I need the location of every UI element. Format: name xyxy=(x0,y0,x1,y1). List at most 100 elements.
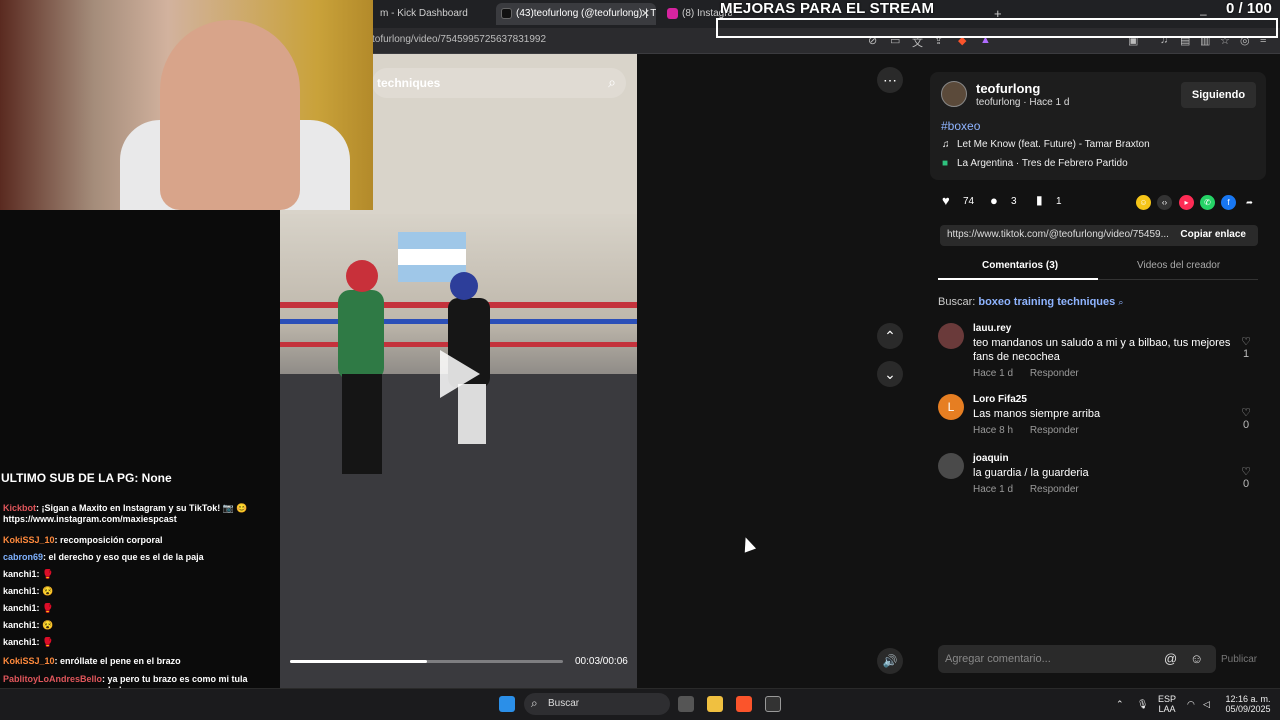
comment-item: L Loro Fifa25 Las manos siempre arriba H… xyxy=(938,394,1258,438)
emoji-icon[interactable]: ☺ xyxy=(1190,651,1203,666)
overlay-title: MEJORAS PARA EL STREAM xyxy=(720,0,935,17)
whatsapp-icon[interactable]: ✆ xyxy=(1200,195,1215,210)
following-button[interactable]: Siguiendo xyxy=(1181,82,1256,108)
comment-icon[interactable]: ● xyxy=(990,193,998,208)
related-search-prefix: Buscar: xyxy=(938,296,976,308)
obs-icon[interactable] xyxy=(765,696,781,712)
chat-username[interactable]: Kickbot xyxy=(3,503,36,513)
play-icon[interactable] xyxy=(440,350,480,398)
related-search[interactable]: Buscar: boxeo training techniques ⌕ xyxy=(938,296,1123,308)
share-link-row: https://www.tiktok.com/@teofurlong/video… xyxy=(940,225,1258,246)
url-text[interactable]: tofurlong/video/7545995725637831992 xyxy=(372,34,546,45)
search-icon: ⌕ xyxy=(1118,297,1124,307)
taskbar-search[interactable]: ⌕ Buscar xyxy=(524,693,670,715)
instagram-icon xyxy=(667,8,678,19)
publish-button[interactable]: Publicar xyxy=(1221,654,1257,665)
creator-subtitle: teofurlong · Hace 1 d xyxy=(976,97,1070,108)
chat-text: 🥊 xyxy=(42,569,54,579)
overlay-goal-bar xyxy=(716,18,1278,38)
commenter-name[interactable]: joaquin xyxy=(973,453,1009,464)
comment-text: la guardia / la guarderia xyxy=(973,467,1089,479)
video-progress-bar[interactable] xyxy=(290,660,563,663)
windows-start-icon[interactable] xyxy=(499,696,515,712)
chat-username[interactable]: kanchi1 xyxy=(3,637,37,647)
previous-video-button[interactable]: ⌃ xyxy=(877,323,903,349)
tab-tiktok[interactable]: (43)teofurlong (@teofurlong) | Ti ✕ xyxy=(496,3,656,25)
commenter-name[interactable]: lauu.rey xyxy=(973,323,1011,334)
commenter-name[interactable]: Loro Fifa25 xyxy=(973,394,1027,405)
next-video-button[interactable]: ⌄ xyxy=(877,361,903,387)
mention-icon[interactable]: @ xyxy=(1164,651,1177,666)
reply-button[interactable]: Responder xyxy=(1030,425,1079,436)
commenter-avatar[interactable] xyxy=(938,323,964,349)
tab-creator-videos[interactable]: Videos del creador xyxy=(1137,260,1220,271)
chat-username[interactable]: kanchi1 xyxy=(3,620,37,630)
chat-username[interactable]: kanchi1 xyxy=(3,586,37,596)
bookmark-icon[interactable]: ▮ xyxy=(1036,193,1043,207)
chat-username[interactable]: KokiSSJ_10 xyxy=(3,535,55,545)
chat-text: 🥊 xyxy=(42,637,54,647)
heart-icon[interactable]: ♥ xyxy=(942,193,950,208)
chat-username[interactable]: KokiSSJ_10 xyxy=(3,656,55,666)
webcam-person xyxy=(160,20,300,210)
emoji-share-icon[interactable]: ☺ xyxy=(1136,195,1151,210)
send-icon[interactable]: ▸ xyxy=(1179,195,1194,210)
comment-like[interactable]: ♡ 1 xyxy=(1238,335,1254,360)
chat-username[interactable]: cabron69 xyxy=(3,552,43,562)
embed-icon[interactable]: ‹› xyxy=(1157,195,1172,210)
chat-username[interactable]: kanchi1 xyxy=(3,569,37,579)
comment-item: joaquin la guardia / la guarderia Hace 1… xyxy=(938,453,1258,497)
video-progress-fill xyxy=(290,660,427,663)
music-note-icon: ♫ xyxy=(942,139,950,150)
chat-username[interactable]: kanchi1 xyxy=(3,603,37,613)
brave-browser-icon[interactable] xyxy=(736,696,752,712)
location-link[interactable]: La Argentina · Tres de Febrero Partido xyxy=(957,158,1128,169)
close-tab-icon[interactable]: ✕ xyxy=(641,3,650,25)
comment-like[interactable]: ♡ 0 xyxy=(1238,406,1254,431)
chat-text: 😵 xyxy=(42,620,54,630)
commenter-avatar[interactable]: L xyxy=(938,394,964,420)
comment-input[interactable]: Agregar comentario... @ ☺ xyxy=(938,645,1216,673)
wifi-icon[interactable]: ◠ xyxy=(1187,699,1195,709)
heart-outline-icon[interactable]: ♡ xyxy=(1238,406,1254,419)
search-icon: ⌕ xyxy=(531,696,538,710)
chat-username[interactable]: PablitoyLoAndresBello xyxy=(3,674,102,684)
chat-text: recomposición corporal xyxy=(60,535,163,545)
microphone-icon[interactable]: 🎙 xyxy=(1137,699,1148,709)
keyboard-layout: LAA xyxy=(1158,704,1176,714)
language-indicator[interactable]: ESP LAA xyxy=(1158,694,1176,714)
comment-meta: Hace 1 d Responder xyxy=(973,368,1093,379)
related-search-query[interactable]: boxeo training techniques xyxy=(978,296,1115,308)
search-icon[interactable]: ⌕ xyxy=(608,74,616,91)
screen: m - Kick Dashboard (43)teofurlong (@teof… xyxy=(0,0,1280,720)
tab-kick-dashboard[interactable]: m - Kick Dashboard xyxy=(360,3,490,25)
creator-username[interactable]: teofurlong xyxy=(976,81,1040,96)
heart-outline-icon[interactable]: ♡ xyxy=(1238,465,1254,478)
share-link-text[interactable]: https://www.tiktok.com/@teofurlong/video… xyxy=(947,229,1175,240)
copy-link-button[interactable]: Copiar enlace xyxy=(1180,229,1246,240)
video-search-bar[interactable]: techniques ⌕ xyxy=(372,68,626,98)
task-view-icon[interactable] xyxy=(678,696,694,712)
chat-message: Kickbot: ¡Sigan a Maxito en Instagram y … xyxy=(3,503,279,527)
tiktok-icon xyxy=(501,8,512,19)
comment-meta: Hace 1 d Responder xyxy=(973,484,1093,495)
chat-text: 🥊 xyxy=(42,603,54,613)
volume-button[interactable]: 🔊 xyxy=(877,648,903,674)
more-options-button[interactable]: ⋯ xyxy=(877,67,903,93)
file-explorer-icon[interactable] xyxy=(707,696,723,712)
share-arrow-icon[interactable]: ➦ xyxy=(1242,195,1257,210)
chat-text: enróllate el pene en el brazo xyxy=(60,656,181,666)
comment-like[interactable]: ♡ 0 xyxy=(1238,465,1254,490)
tab-comments[interactable]: Comentarios (3) xyxy=(982,260,1058,271)
heart-outline-icon[interactable]: ♡ xyxy=(1238,335,1254,348)
music-link[interactable]: Let Me Know (feat. Future) - Tamar Braxt… xyxy=(957,139,1150,150)
hashtag-link[interactable]: #boxeo xyxy=(941,119,980,133)
chevron-up-icon[interactable]: ⌃ xyxy=(1116,699,1124,709)
facebook-icon[interactable]: f xyxy=(1221,195,1236,210)
creator-avatar[interactable] xyxy=(941,81,967,107)
reply-button[interactable]: Responder xyxy=(1030,368,1079,379)
clock[interactable]: 12:16 a. m. 05/09/2025 xyxy=(1222,694,1274,714)
volume-icon[interactable]: ◁ xyxy=(1203,699,1210,709)
commenter-avatar[interactable] xyxy=(938,453,964,479)
reply-button[interactable]: Responder xyxy=(1030,484,1079,495)
